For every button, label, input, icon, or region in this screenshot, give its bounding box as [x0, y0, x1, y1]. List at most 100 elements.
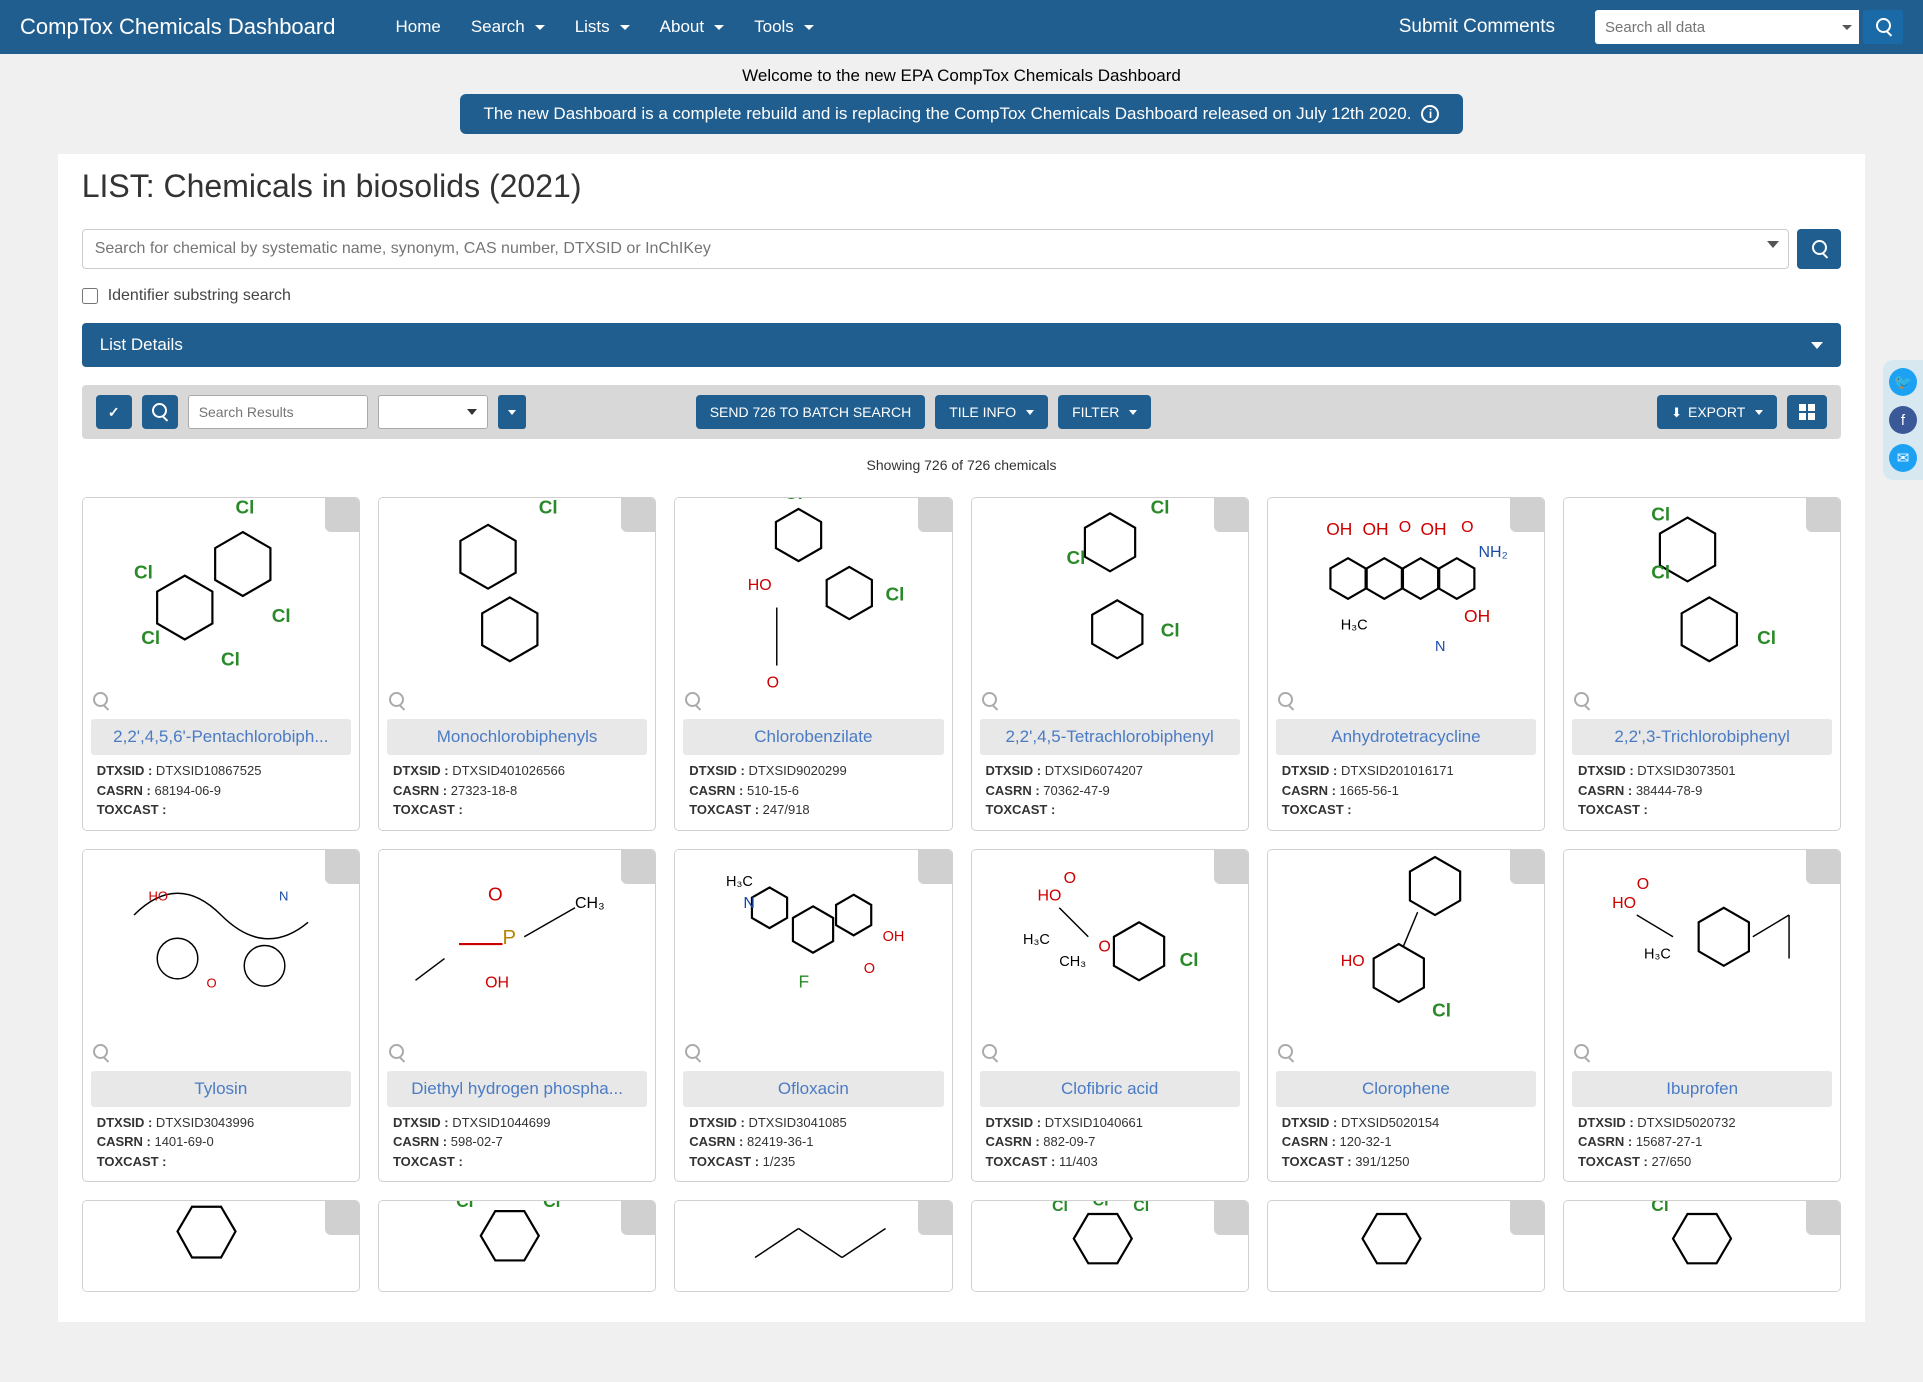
card-select-corner[interactable]	[1510, 498, 1544, 532]
toolbar-select[interactable]	[378, 395, 488, 429]
svg-text:Cl: Cl	[272, 605, 291, 626]
chemical-grid-partial: Cl Cl ClClCl Cl	[58, 1200, 1866, 1292]
card-select-corner[interactable]	[325, 1201, 359, 1235]
svg-text:NH₂: NH₂	[1478, 544, 1507, 561]
search-results-input[interactable]	[188, 395, 368, 429]
select-all-button[interactable]	[96, 395, 132, 429]
chemical-card: ClClHOO Chlorobenzilate DTXSID : DTXSID9…	[674, 497, 952, 831]
submit-comments-link[interactable]: Submit Comments	[1399, 16, 1555, 38]
facebook-icon[interactable]: f	[1889, 406, 1917, 434]
svg-text:O: O	[1399, 519, 1411, 536]
brand-title[interactable]: CompTox Chemicals Dashboard	[20, 14, 335, 40]
chemical-name-link[interactable]: Tylosin	[91, 1071, 351, 1107]
results-toolbar: SEND 726 TO BATCH SEARCH TILE INFO FILTE…	[82, 385, 1842, 439]
card-select-corner[interactable]	[621, 498, 655, 532]
structure-image: OPCH₃OH	[379, 850, 655, 1040]
svg-text:OH: OH	[485, 975, 509, 992]
chemical-name-link[interactable]: Clofibric acid	[980, 1071, 1240, 1107]
substring-label[interactable]: Identifier substring search	[108, 287, 291, 305]
svg-text:Cl: Cl	[141, 627, 160, 648]
chemical-name-link[interactable]: 2,2',3-Trichlorobiphenyl	[1572, 719, 1832, 755]
chemical-card: ClClClCl 2,2',4,5-Tetrachlorobiphenyl DT…	[971, 497, 1249, 831]
svg-text:Cl: Cl	[543, 1200, 560, 1211]
results-count: Showing 726 of 726 chemicals	[58, 439, 1866, 497]
svg-text:O: O	[1098, 939, 1110, 956]
structure-image: ClClCl	[972, 1201, 1248, 1291]
chemical-card: OPCH₃OH Diethyl hydrogen phospha... DTXS…	[378, 849, 656, 1183]
nav-search[interactable]: Search	[471, 17, 545, 37]
card-select-corner[interactable]	[1806, 850, 1840, 884]
chemical-name-link[interactable]: Anhydrotetracycline	[1276, 719, 1536, 755]
export-button[interactable]: EXPORT	[1657, 395, 1777, 429]
card-select-corner[interactable]	[1214, 1201, 1248, 1235]
svg-text:Cl: Cl	[1133, 1200, 1149, 1216]
svg-text:O: O	[1063, 871, 1075, 888]
svg-text:O: O	[767, 674, 779, 691]
chemical-name-link[interactable]: 2,2',4,5,6'-Pentachlorobiph...	[91, 719, 351, 755]
chemical-card: ClClCl 2,2',3-Trichlorobiphenyl DTXSID :…	[1563, 497, 1841, 831]
card-select-corner[interactable]	[918, 498, 952, 532]
chemical-name-link[interactable]: Clorophene	[1276, 1071, 1536, 1107]
substring-checkbox[interactable]	[82, 288, 98, 304]
chemical-meta: DTXSID : DTXSID1040661 CASRN : 882-09-7 …	[972, 1113, 1248, 1182]
chemical-search-input[interactable]	[82, 229, 1790, 269]
svg-text:CH₃: CH₃	[1059, 954, 1086, 970]
card-select-corner[interactable]	[621, 850, 655, 884]
download-icon	[1671, 404, 1682, 421]
twitter-icon[interactable]: 🐦	[1889, 368, 1917, 396]
svg-text:N: N	[279, 889, 288, 904]
svg-text:N: N	[744, 895, 756, 912]
chemical-meta: DTXSID : DTXSID3041085 CASRN : 82419-36-…	[675, 1113, 951, 1182]
svg-text:Cl: Cl	[456, 1200, 473, 1211]
batch-search-button[interactable]: SEND 726 TO BATCH SEARCH	[696, 395, 926, 429]
svg-text:Cl: Cl	[1160, 620, 1179, 641]
card-select-corner[interactable]	[918, 850, 952, 884]
list-details-accordion[interactable]: List Details	[82, 323, 1842, 367]
tile-info-button[interactable]: TILE INFO	[935, 395, 1048, 429]
nav-about[interactable]: About	[660, 17, 724, 37]
chemical-name-link[interactable]: Monochlorobiphenyls	[387, 719, 647, 755]
nav-items: Home Search Lists About Tools	[395, 17, 1398, 37]
structure-image: HOON	[83, 850, 359, 1040]
card-select-corner[interactable]	[1510, 850, 1544, 884]
chemical-name-link[interactable]: Ibuprofen	[1572, 1071, 1832, 1107]
nav-tools[interactable]: Tools	[754, 17, 814, 37]
search-icon	[1876, 18, 1891, 37]
card-select-corner[interactable]	[1214, 498, 1248, 532]
email-icon[interactable]: ✉	[1889, 444, 1917, 472]
structure-image: ClClCl	[1564, 498, 1840, 688]
chemical-name-link[interactable]: Diethyl hydrogen phospha...	[387, 1071, 647, 1107]
global-search-input[interactable]	[1595, 10, 1835, 44]
chemical-card	[674, 1200, 952, 1292]
card-select-corner[interactable]	[325, 498, 359, 532]
card-select-corner[interactable]	[1214, 850, 1248, 884]
global-search-dropdown[interactable]	[1835, 10, 1859, 44]
toolbar-search-button[interactable]	[142, 395, 178, 429]
card-select-corner[interactable]	[1806, 498, 1840, 532]
svg-text:HO: HO	[748, 577, 772, 594]
search-icon	[1812, 240, 1827, 259]
chemical-name-link[interactable]: Chlorobenzilate	[683, 719, 943, 755]
chemical-name-link[interactable]: 2,2',4,5-Tetrachlorobiphenyl	[980, 719, 1240, 755]
card-select-corner[interactable]	[1806, 1201, 1840, 1235]
nav-lists[interactable]: Lists	[575, 17, 630, 37]
global-search-button[interactable]	[1863, 10, 1903, 44]
chemical-card: HOON Tylosin DTXSID : DTXSID3043996 CASR…	[82, 849, 360, 1183]
chemical-name-link[interactable]: Ofloxacin	[683, 1071, 943, 1107]
chemical-card: HOOH₃CCH₃OCl Clofibric acid DTXSID : DTX…	[971, 849, 1249, 1183]
grid-view-button[interactable]	[1787, 395, 1827, 429]
filter-button[interactable]: FILTER	[1058, 395, 1151, 429]
chemical-card: HOOH₃C Ibuprofen DTXSID : DTXSID5020732 …	[1563, 849, 1841, 1183]
info-icon[interactable]: i	[1421, 105, 1439, 123]
nav-home[interactable]: Home	[395, 17, 440, 37]
toolbar-select-button[interactable]	[498, 395, 526, 429]
chemical-grid: ClClClClCl 2,2',4,5,6'-Pentachlorobiph..…	[58, 497, 1866, 1182]
card-select-corner[interactable]	[621, 1201, 655, 1235]
chemical-card: ClClClClCl 2,2',4,5,6'-Pentachlorobiph..…	[82, 497, 360, 831]
card-select-corner[interactable]	[1510, 1201, 1544, 1235]
chemical-search-dropdown[interactable]	[1767, 241, 1779, 248]
card-select-corner[interactable]	[325, 850, 359, 884]
svg-text:Cl: Cl	[1150, 497, 1169, 517]
card-select-corner[interactable]	[918, 1201, 952, 1235]
chemical-search-button[interactable]	[1797, 229, 1841, 269]
